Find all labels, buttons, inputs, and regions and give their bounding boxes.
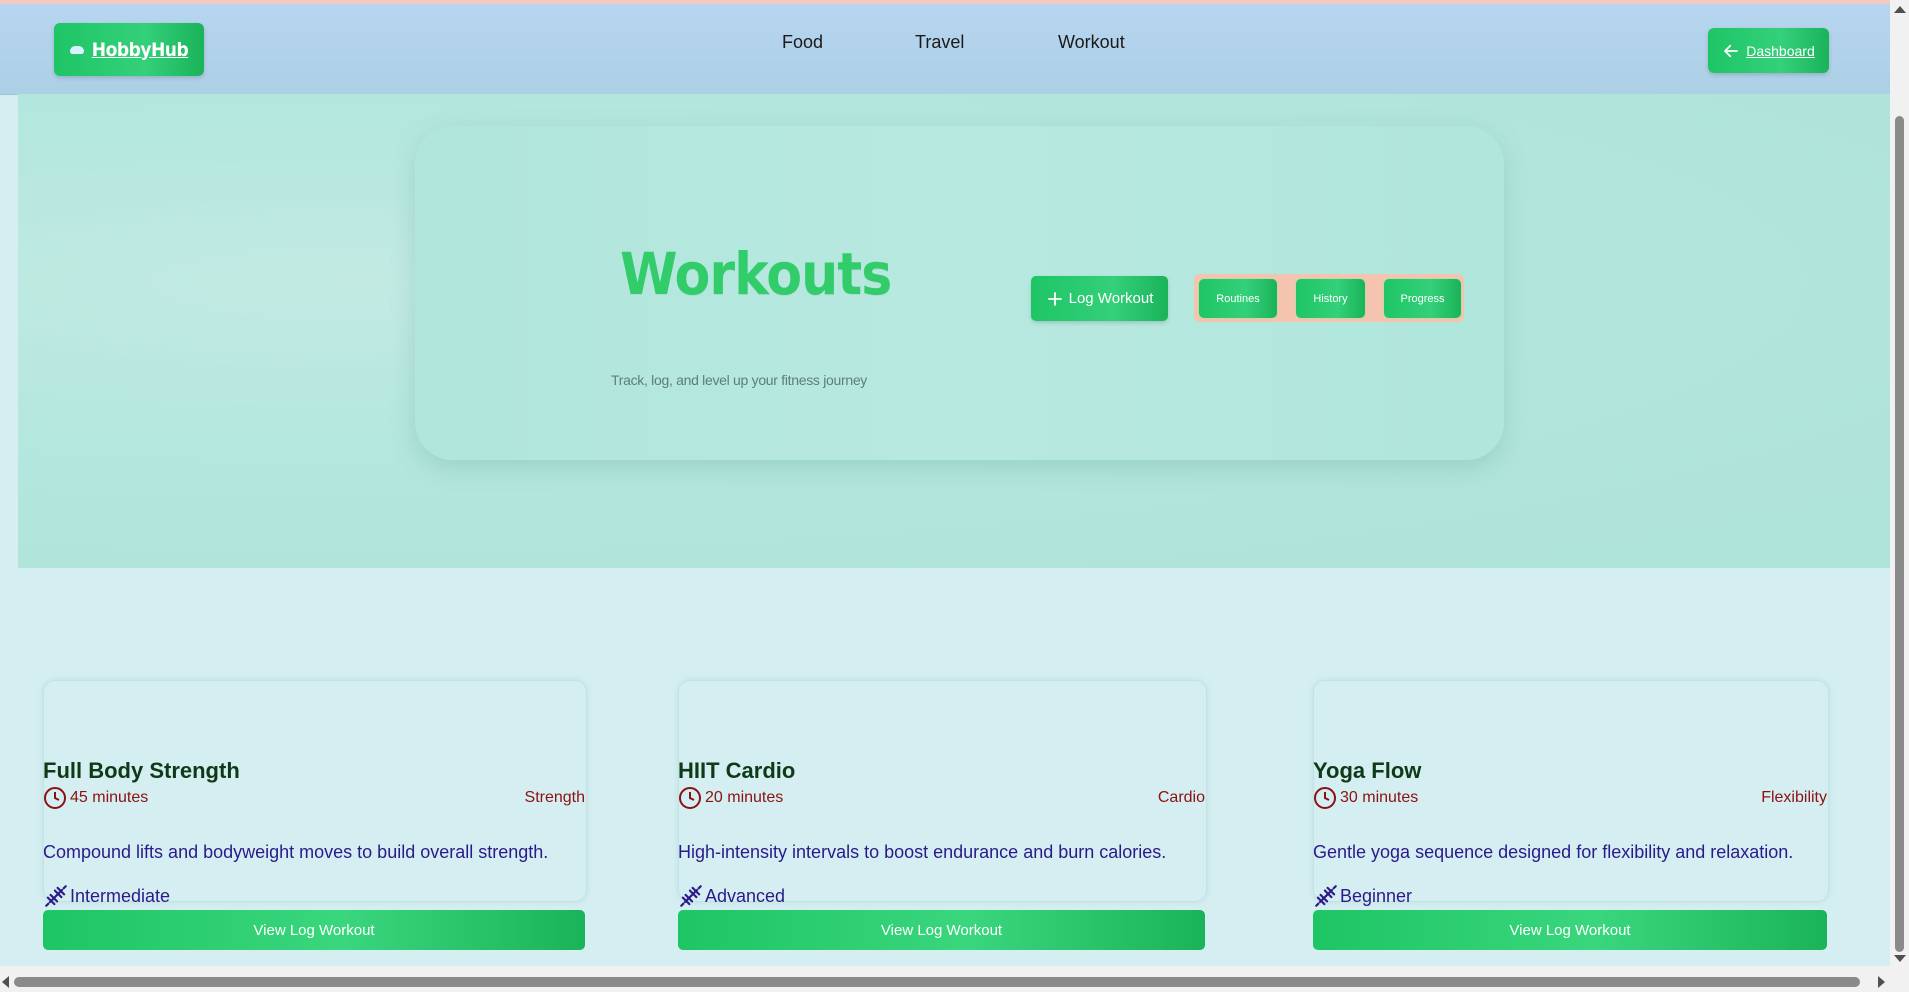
tab-history[interactable]: History bbox=[1295, 278, 1366, 319]
tab-routines[interactable]: Routines bbox=[1198, 278, 1278, 319]
horizontal-scroll-thumb[interactable] bbox=[14, 977, 1860, 987]
card-title: Yoga Flow bbox=[1313, 758, 1422, 783]
cloud-icon bbox=[69, 45, 84, 54]
nav-link-travel[interactable]: Travel bbox=[915, 32, 964, 53]
view-log-workout-button[interactable]: View Log Workout bbox=[1313, 910, 1827, 950]
clock-icon bbox=[44, 787, 66, 809]
card-meta: 30 minutes Flexibility bbox=[1313, 786, 1827, 810]
scroll-down-arrow-icon[interactable] bbox=[1894, 955, 1906, 962]
view-log-workout-button[interactable]: View Log Workout bbox=[678, 910, 1205, 950]
dumbbell-icon bbox=[1315, 885, 1337, 907]
scroll-left-arrow-icon[interactable] bbox=[2, 976, 9, 988]
workout-card: Yoga Flow 30 minutes Flexibility Gentle … bbox=[1313, 680, 1829, 950]
clock-icon bbox=[1314, 787, 1336, 809]
scrollbar-corner bbox=[1890, 966, 1909, 992]
page-subtitle: Track, log, and level up your fitness jo… bbox=[611, 372, 868, 388]
card-description: High-intensity intervals to boost endura… bbox=[678, 842, 1167, 862]
horizontal-scrollbar[interactable] bbox=[0, 966, 1890, 992]
page-title: Workouts bbox=[620, 240, 892, 308]
top-nav-bar: HobbyHub Food Travel Workout Dashboard bbox=[0, 4, 1890, 95]
tab-progress[interactable]: Progress bbox=[1383, 278, 1462, 319]
card-level: Beginner bbox=[1340, 886, 1413, 906]
card-duration: 30 minutes bbox=[1340, 789, 1419, 806]
card-title: Full Body Strength bbox=[43, 758, 240, 783]
plus-icon bbox=[1047, 291, 1062, 306]
card-meta: 20 minutes Cardio bbox=[678, 786, 1205, 810]
card-title: HIIT Cardio bbox=[678, 758, 796, 783]
card-duration: 20 minutes bbox=[705, 789, 784, 806]
arrow-left-icon bbox=[1724, 44, 1739, 57]
card-duration: 45 minutes bbox=[70, 789, 149, 806]
scroll-right-arrow-icon[interactable] bbox=[1878, 976, 1885, 988]
log-workout-button[interactable]: Log Workout bbox=[1031, 276, 1168, 321]
workout-card: Full Body Strength 45 minutes Strength C… bbox=[43, 680, 587, 950]
logo-label: HobbyHub bbox=[91, 38, 189, 61]
page: HobbyHub Food Travel Workout Dashboard W… bbox=[0, 4, 1890, 966]
log-workout-label: Log Workout bbox=[1068, 290, 1154, 307]
card-category: Strength bbox=[524, 789, 585, 806]
scroll-up-arrow-icon[interactable] bbox=[1894, 6, 1906, 13]
card-description: Compound lifts and bodyweight moves to b… bbox=[43, 842, 549, 862]
workout-card: HIIT Cardio 20 minutes Cardio High-inten… bbox=[678, 680, 1207, 950]
card-category: Flexibility bbox=[1761, 789, 1827, 806]
vertical-scrollbar[interactable] bbox=[1890, 0, 1909, 966]
dashboard-label: Dashboard bbox=[1746, 42, 1815, 59]
nav-link-workout[interactable]: Workout bbox=[1058, 32, 1125, 53]
vertical-scroll-thumb[interactable] bbox=[1895, 116, 1904, 952]
card-level: Advanced bbox=[705, 886, 786, 906]
dashboard-button[interactable]: Dashboard bbox=[1708, 28, 1829, 73]
workout-tabs: Routines History Progress bbox=[1194, 274, 1464, 322]
clock-icon bbox=[679, 787, 701, 809]
card-description: Gentle yoga sequence designed for flexib… bbox=[1313, 842, 1794, 862]
nav-link-food[interactable]: Food bbox=[782, 32, 823, 53]
logo-button[interactable]: HobbyHub bbox=[54, 23, 204, 76]
card-category: Cardio bbox=[1157, 789, 1205, 806]
card-meta: 45 minutes Strength bbox=[43, 786, 585, 810]
dumbbell-icon bbox=[680, 885, 702, 907]
view-log-workout-button[interactable]: View Log Workout bbox=[43, 910, 585, 950]
card-level: Intermediate bbox=[70, 886, 171, 906]
dumbbell-icon bbox=[45, 885, 67, 907]
